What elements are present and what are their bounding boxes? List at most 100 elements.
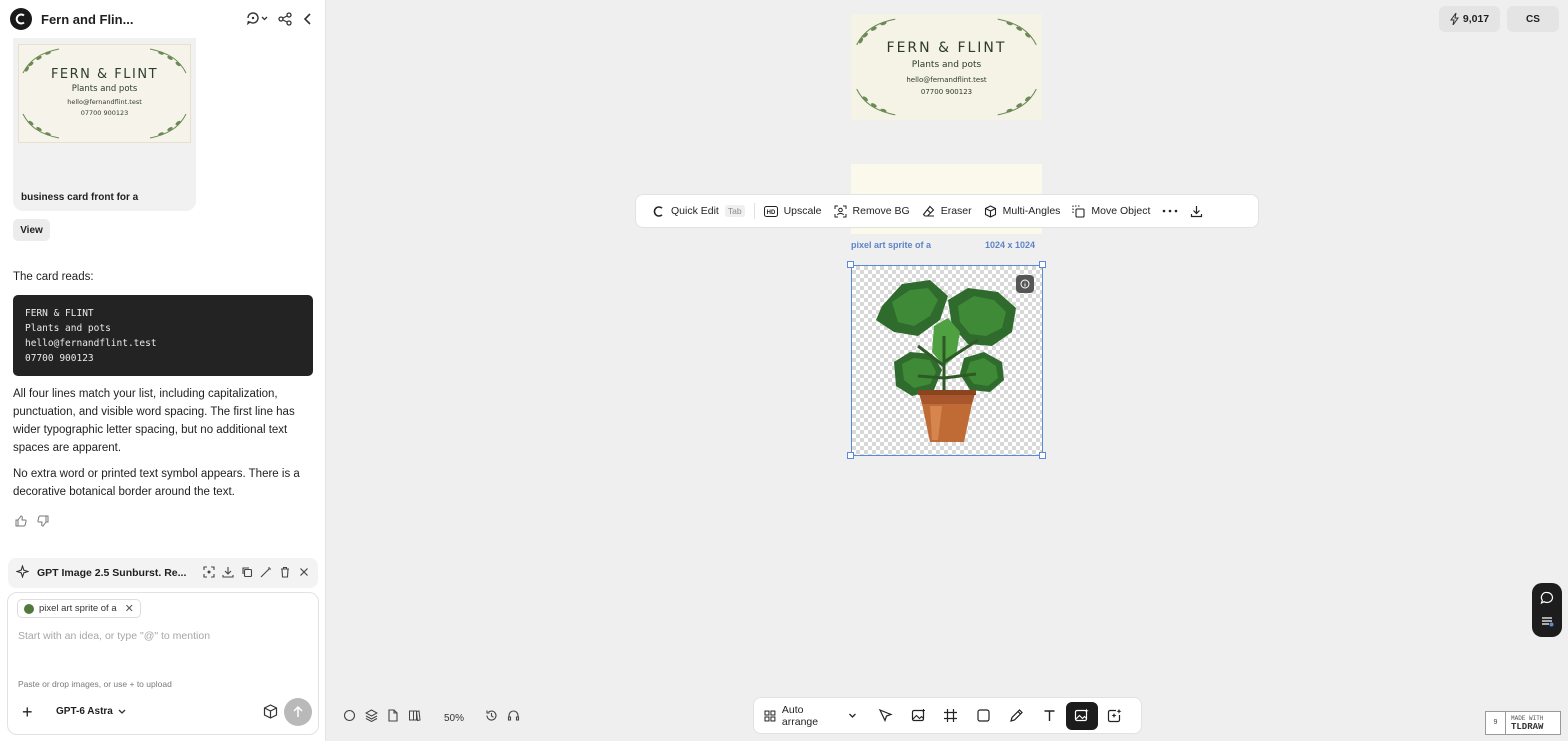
history-icon[interactable] [485,709,498,727]
chat-sidebar: Fern and Flin... FERN & FLINT Plants and… [0,0,326,741]
magic-wand-icon[interactable] [260,566,272,581]
card-tagline: Plants and pots [71,84,138,94]
plant-thumbnail-icon [24,603,34,614]
prompt-input[interactable]: Start with an idea, or type "@" to menti… [18,630,210,642]
card-email: hello@fernandflint.test [67,98,142,106]
multi-angles-label: Multi-Angles [1002,205,1061,217]
square-icon [977,709,990,722]
botanical-border-icon [149,113,187,139]
made-with-tldraw-badge[interactable]: 9 MADE WITH TLDRAW [1485,711,1561,735]
add-attachment-icon[interactable]: + [22,703,33,721]
text-tool-button[interactable] [1033,702,1066,730]
image-info-button[interactable] [1016,275,1034,293]
select-tool-button[interactable] [869,702,902,730]
tldraw-label: TLDRAW [1511,722,1544,732]
cube-icon[interactable] [263,704,278,724]
document-icon[interactable] [387,709,399,727]
resize-handle-bottom-right[interactable] [1039,452,1046,459]
resize-handle-top-right[interactable] [1039,261,1046,268]
selected-image-size: 1024 x 1024 [985,240,1036,250]
selected-image-name: pixel art sprite of a [851,240,932,250]
hd-icon: HD [763,205,778,217]
auto-arrange-dropdown[interactable]: Auto arrange [764,704,857,728]
arrow-up-icon [293,706,303,717]
chat-bubble-icon[interactable] [1540,591,1554,610]
focus-icon[interactable] [203,565,215,581]
thumbs-up-icon[interactable] [15,514,27,532]
rectangle-tool-button[interactable] [967,702,1000,730]
copy-icon[interactable] [241,566,253,581]
resize-handle-bottom-left[interactable] [847,452,854,459]
eraser-icon [922,205,934,217]
frame-tool-button[interactable] [935,702,968,730]
upscale-label: Upscale [783,205,822,217]
chip-remove-icon[interactable]: ✕ [125,602,134,615]
credits-badge[interactable]: 9,017 [1439,6,1500,32]
close-icon[interactable] [298,566,310,581]
eraser-button[interactable]: Eraser [916,194,978,228]
multi-angles-button[interactable]: Multi-Angles [978,194,1067,228]
collapse-sidebar-icon[interactable] [302,9,314,29]
upscale-button[interactable]: HD Upscale [758,194,828,228]
quick-edit-icon [653,205,663,217]
hash-frame-icon [944,709,958,722]
view-button[interactable]: View [13,219,50,241]
upload-hint: Paste or drop images, or use + to upload [18,679,172,689]
text-icon [1044,710,1055,721]
move-object-button[interactable]: Move Object [1066,194,1156,228]
book-icon[interactable] [408,709,421,727]
move-object-icon [1072,204,1085,218]
message-paragraph-2: No extra word or printed text symbol app… [13,468,300,498]
thumbs-down-icon[interactable] [37,514,49,532]
remove-bg-button[interactable]: Remove BG [828,194,916,228]
botanical-border-icon [149,48,187,74]
reference-chip[interactable]: pixel art sprite of a ✕ [17,599,141,618]
project-title[interactable]: Fern and Flin... [41,12,151,27]
quick-edit-button[interactable]: Quick Edit Tab [646,194,751,228]
botanical-border-icon [856,18,896,46]
ellipsis-icon [1163,209,1178,213]
draw-tool-button[interactable] [1000,702,1033,730]
generated-image-card[interactable]: FERN & FLINT Plants and pots hello@ferna… [13,38,196,211]
download-icon [1191,205,1203,217]
toolbar-divider [753,203,755,219]
canvas-business-card[interactable]: FERN & FLINT Plants and pots hello@ferna… [851,14,1042,120]
botanical-border-icon [997,18,1037,46]
quick-edit-label: Quick Edit [671,205,719,217]
model-selector[interactable]: GPT-6 Astra [56,706,127,717]
image-action-toolbar: Quick Edit Tab HD Upscale Remove BG Eras… [635,194,1259,228]
layers-icon[interactable] [364,709,379,727]
eraser-label: Eraser [940,205,972,217]
pixel-plant-sprite-icon [876,280,1016,442]
circle-tool-icon[interactable] [343,709,356,727]
resize-handle-top-left[interactable] [847,261,854,268]
person-frame-icon [834,205,847,217]
cube-icon [984,204,996,218]
history-dropdown-icon[interactable] [246,9,268,29]
headset-icon[interactable] [507,709,520,727]
canvas-controls: 50% [343,709,520,727]
download-icon[interactable] [222,566,234,581]
zoom-level[interactable]: 50% [444,713,464,724]
app-logo-icon[interactable] [10,8,32,30]
image-tool-button[interactable] [902,702,935,730]
generation-status-bar: GPT Image 2.5 Sunburst. Re... [8,558,318,588]
download-button[interactable] [1184,194,1209,228]
canvas-card-email: hello@fernandflint.test [906,76,987,84]
share-icon[interactable] [278,9,292,29]
generate-image-tool-button[interactable] [1065,701,1099,730]
botanical-border-icon [22,48,60,74]
trash-icon[interactable] [279,566,291,581]
info-icon [1020,279,1030,289]
send-button[interactable] [284,698,312,726]
more-options-button[interactable] [1156,194,1184,228]
model-label: GPT-6 Astra [56,706,113,717]
prompt-composer: pixel art sprite of a ✕ Start with an id… [7,592,319,735]
chevron-down-icon [849,713,856,718]
selected-sprite-image[interactable] [851,265,1043,456]
list-icon[interactable] [1540,614,1554,633]
sparkle-icon [15,564,30,581]
user-avatar[interactable]: CS [1507,6,1559,32]
ai-edit-tool-button[interactable] [1098,702,1131,730]
tldraw-logo-icon: 9 [1486,712,1506,734]
